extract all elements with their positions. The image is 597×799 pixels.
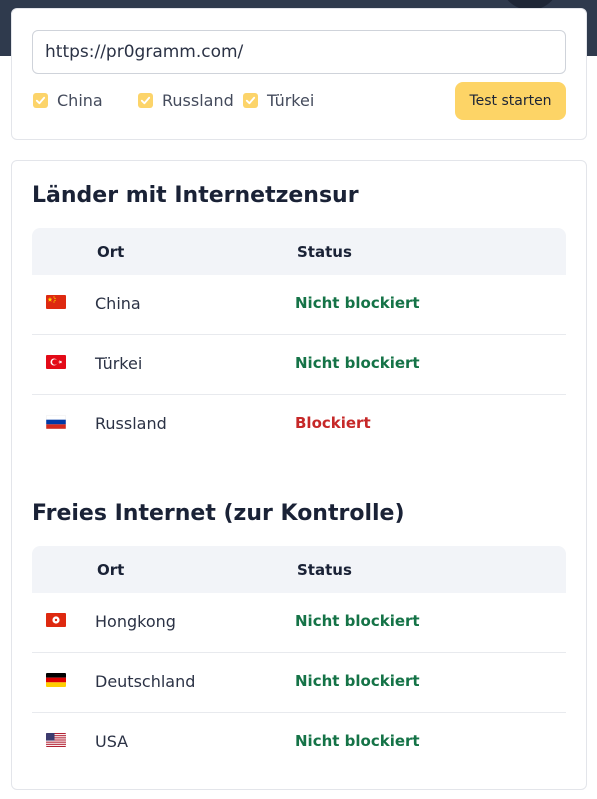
table-row: China Nicht blockiert xyxy=(32,275,566,335)
location-name: Türkei xyxy=(95,354,143,373)
column-header-location: Ort xyxy=(97,561,125,579)
location-name: USA xyxy=(95,732,129,751)
table-row: Hongkong Nicht blockiert xyxy=(32,593,566,653)
flag-russia-icon xyxy=(46,415,66,429)
start-test-button[interactable]: Test starten xyxy=(455,82,566,120)
table-header: Ort Status xyxy=(32,546,566,593)
section-title-censorship: Länder mit Internetzensur xyxy=(32,183,359,208)
checkbox-russland[interactable]: Russland xyxy=(138,89,234,111)
status-blocked: Blockiert xyxy=(295,414,371,432)
test-form-card: China Russland Türkei Test starten xyxy=(11,8,587,140)
checkbox-checked-icon[interactable] xyxy=(243,92,258,108)
status-not-blocked: Nicht blockiert xyxy=(295,612,420,630)
status-not-blocked: Nicht blockiert xyxy=(295,354,420,372)
url-input[interactable] xyxy=(32,30,566,74)
location-name: Deutschland xyxy=(95,672,196,691)
status-not-blocked: Nicht blockiert xyxy=(295,672,420,690)
checkbox-checked-icon[interactable] xyxy=(33,92,48,108)
flag-china-icon xyxy=(46,295,66,309)
checkbox-label: Russland xyxy=(162,90,234,110)
flag-turkey-icon xyxy=(46,355,66,369)
column-header-status: Status xyxy=(297,243,352,261)
checkbox-china[interactable]: China xyxy=(33,89,103,111)
location-name: China xyxy=(95,294,141,313)
checkbox-checked-icon[interactable] xyxy=(138,92,153,108)
flag-germany-icon xyxy=(46,673,66,687)
flag-hongkong-icon xyxy=(46,613,66,627)
table-row: Russland Blockiert xyxy=(32,395,566,454)
section-title-control: Freies Internet (zur Kontrolle) xyxy=(32,501,405,526)
table-row: USA Nicht blockiert xyxy=(32,713,566,772)
checkbox-label: China xyxy=(57,90,103,110)
column-header-status: Status xyxy=(297,561,352,579)
table-row: Deutschland Nicht blockiert xyxy=(32,653,566,713)
checkbox-tuerkei[interactable]: Türkei xyxy=(243,89,314,111)
table-row: Türkei Nicht blockiert xyxy=(32,335,566,395)
censorship-table: Ort Status China Nicht blockiert Türkei … xyxy=(32,228,566,454)
column-header-location: Ort xyxy=(97,243,125,261)
status-not-blocked: Nicht blockiert xyxy=(295,294,420,312)
flag-usa-icon xyxy=(46,733,66,747)
status-not-blocked: Nicht blockiert xyxy=(295,732,420,750)
checkbox-label: Türkei xyxy=(267,90,315,110)
location-name: Hongkong xyxy=(95,612,176,631)
control-table: Ort Status Hongkong Nicht blockiert Deut… xyxy=(32,546,566,772)
location-name: Russland xyxy=(95,414,167,433)
results-card: Länder mit Internetzensur Ort Status Chi… xyxy=(11,160,587,790)
table-header: Ort Status xyxy=(32,228,566,275)
